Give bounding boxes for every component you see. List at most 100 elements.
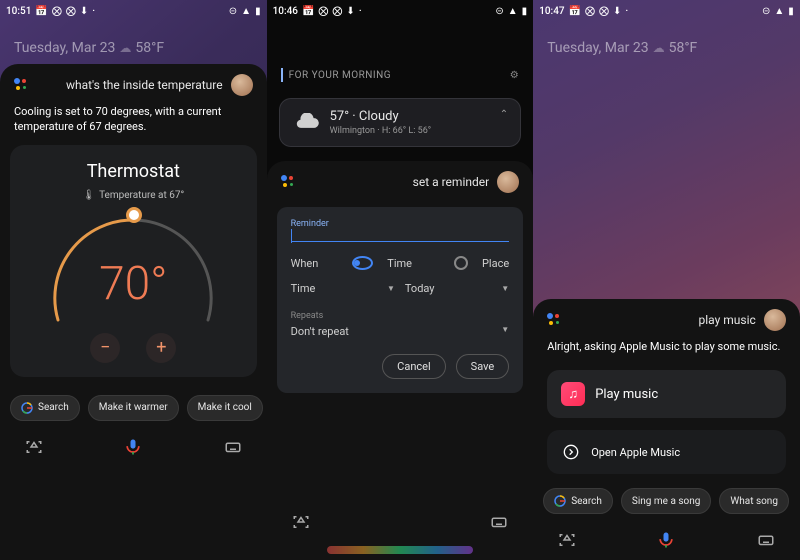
assistant-panel: what's the inside temperature Cooling is…: [0, 64, 267, 560]
temp-increase-button[interactable]: +: [146, 333, 176, 363]
xbox-icon: ⨂: [318, 6, 328, 17]
weather-card[interactable]: 57° · Cloudy Wilmington · H: 66° L: 56° …: [279, 98, 522, 147]
time-select-value: Time: [291, 282, 316, 295]
google-icon: [554, 495, 566, 507]
chip-warmer[interactable]: Make it warmer: [88, 395, 179, 421]
repeats-select[interactable]: Don't repeat ▼: [291, 325, 510, 338]
assistant-logo-icon: [14, 78, 28, 92]
phone-screen-thermostat: 10:51 📅 ⨂ ⨂ ⬇ · ⊝ ▲ ▮ Tuesday, Mar 23 ☁ …: [0, 0, 267, 560]
status-time: 10:47: [539, 6, 564, 17]
repeats-value: Don't repeat: [291, 325, 349, 338]
accent-bar: [281, 68, 283, 82]
apple-music-icon: ♫: [561, 382, 585, 406]
chip-search[interactable]: Search: [543, 488, 613, 514]
lens-icon[interactable]: [291, 512, 311, 532]
when-label: When: [291, 257, 319, 270]
suggestion-chips: Search Sing me a song What song: [533, 480, 800, 522]
dot-icon: ·: [625, 6, 628, 17]
save-label: Save: [471, 360, 495, 373]
play-music-label: Play music: [595, 387, 658, 402]
cancel-button[interactable]: Cancel: [382, 354, 445, 379]
status-bar: 10:46 📅 ⨂ ⨂ ⬇ · ⊝ ▲ ▮: [267, 0, 534, 22]
xbox-icon: ⨂: [332, 6, 342, 17]
open-app-label: Open Apple Music: [591, 446, 680, 459]
nav-gesture-bar[interactable]: [327, 546, 474, 554]
date-text: Tuesday, Mar 23: [547, 40, 648, 56]
open-apple-music-action[interactable]: Open Apple Music: [547, 430, 786, 474]
time-select[interactable]: Time ▼: [291, 282, 395, 295]
chip-label: What song: [730, 496, 778, 507]
radio-time-label: Time: [387, 257, 412, 270]
chip-search[interactable]: Search: [10, 395, 80, 421]
date-select[interactable]: Today ▼: [405, 282, 509, 295]
save-button[interactable]: Save: [456, 354, 510, 379]
chevron-down-icon: ▼: [387, 284, 395, 293]
reminder-card: Reminder When Time Place Time ▼ Today: [277, 207, 524, 393]
chevron-down-icon: ▼: [501, 325, 509, 338]
current-temp-row: 🌡 Temperature at 67°: [20, 190, 247, 201]
assistant-panel: play music Alright, asking Apple Music t…: [533, 299, 800, 560]
avatar[interactable]: [497, 171, 519, 193]
avatar[interactable]: [764, 309, 786, 331]
chevron-up-icon[interactable]: ⌃: [500, 109, 508, 120]
keyboard-icon[interactable]: [223, 437, 243, 457]
bottom-bar: [0, 429, 267, 467]
outside-temp: 58°F: [135, 40, 164, 56]
downarrow-icon: ⬇: [346, 6, 354, 17]
gear-icon[interactable]: ⚙: [510, 70, 519, 81]
dot-icon: ·: [92, 6, 95, 17]
dnd-icon: ⊝: [229, 6, 237, 17]
battery-icon: ▮: [255, 6, 261, 17]
chip-sing[interactable]: Sing me a song: [621, 488, 711, 514]
chip-label: Search: [38, 402, 69, 413]
bottom-bar: [533, 522, 800, 560]
temperature-gauge[interactable]: 70°: [38, 205, 228, 325]
mic-button[interactable]: [656, 530, 676, 550]
keyboard-icon[interactable]: [756, 530, 776, 550]
lens-icon[interactable]: [24, 437, 44, 457]
cancel-label: Cancel: [397, 360, 430, 373]
xbox-icon: ⨂: [585, 6, 595, 17]
chip-label: Make it cool: [198, 402, 252, 413]
gauge-knob[interactable]: [126, 207, 142, 223]
reminder-input[interactable]: [291, 241, 510, 242]
cloud-icon: ☁: [119, 41, 131, 55]
date-weather-bar[interactable]: Tuesday, Mar 23 ☁ 58°F: [533, 22, 800, 64]
cloud-icon: [294, 113, 320, 133]
chip-cooler[interactable]: Make it cool: [187, 395, 263, 421]
date-select-value: Today: [405, 282, 435, 295]
battery-icon: ▮: [788, 6, 794, 17]
chip-whatsong[interactable]: What song: [719, 488, 789, 514]
dnd-icon: ⊝: [762, 6, 770, 17]
temp-decrease-button[interactable]: −: [90, 333, 120, 363]
lens-icon[interactable]: [557, 530, 577, 550]
assistant-logo-icon: [281, 175, 295, 189]
calendar-icon: 📅: [569, 6, 581, 17]
reminder-field-label: Reminder: [291, 219, 510, 229]
avatar[interactable]: [231, 74, 253, 96]
radio-time[interactable]: [352, 256, 373, 270]
chip-label: Sing me a song: [632, 496, 700, 507]
date-weather-bar[interactable]: Tuesday, Mar 23 ☁ 58°F: [0, 22, 267, 64]
calendar-icon: 📅: [302, 6, 314, 17]
keyboard-icon[interactable]: [489, 512, 509, 532]
downarrow-icon: ⬇: [80, 6, 88, 17]
chevron-down-icon: ▼: [501, 284, 509, 293]
phone-screen-music: 10:47 📅 ⨂ ⨂ ⬇ · ⊝ ▲ ▮ Tuesday, Mar 23 ☁ …: [533, 0, 800, 560]
mic-button[interactable]: [123, 437, 143, 457]
dot-icon: ·: [359, 6, 362, 17]
google-icon: [21, 402, 33, 414]
calendar-icon: 📅: [35, 6, 47, 17]
status-bar: 10:47 📅 ⨂ ⨂ ⬇ · ⊝ ▲ ▮: [533, 0, 800, 22]
thermometer-icon: 🌡: [82, 190, 95, 201]
weather-main: 57° · Cloudy: [330, 109, 432, 124]
radio-place-label: Place: [482, 257, 509, 270]
status-bar: 10:51 📅 ⨂ ⨂ ⬇ · ⊝ ▲ ▮: [0, 0, 267, 22]
radio-place[interactable]: [454, 256, 468, 270]
wifi-icon: ▲: [508, 6, 518, 17]
xbox-icon: ⨂: [66, 6, 76, 17]
play-music-action[interactable]: ♫ Play music: [547, 370, 786, 418]
query-text: set a reminder: [303, 175, 490, 189]
chip-label: Make it warmer: [99, 402, 168, 413]
battery-icon: ▮: [522, 6, 528, 17]
